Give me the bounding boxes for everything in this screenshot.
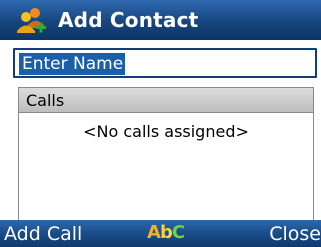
input-mode-b: b [159, 222, 173, 243]
add-call-softkey[interactable]: Add Call [4, 222, 82, 246]
page-title: Add Contact [58, 8, 199, 32]
name-input[interactable]: Enter Name [13, 48, 317, 78]
calls-empty-message: <No calls assigned> [83, 122, 249, 141]
name-input-text[interactable]: Enter Name [19, 53, 126, 75]
input-mode-indicator: AbC [147, 221, 185, 245]
input-mode-c: C [171, 222, 185, 243]
calls-header: Calls [19, 88, 313, 113]
calls-list[interactable]: Calls <No calls assigned> [18, 87, 314, 223]
close-softkey[interactable]: Close [269, 222, 321, 246]
softkey-bar: Add Call AbC Close [0, 220, 321, 247]
input-mode-a: A [147, 222, 161, 243]
title-bar: Add Contact [0, 0, 321, 40]
contacts-add-icon [17, 8, 46, 33]
